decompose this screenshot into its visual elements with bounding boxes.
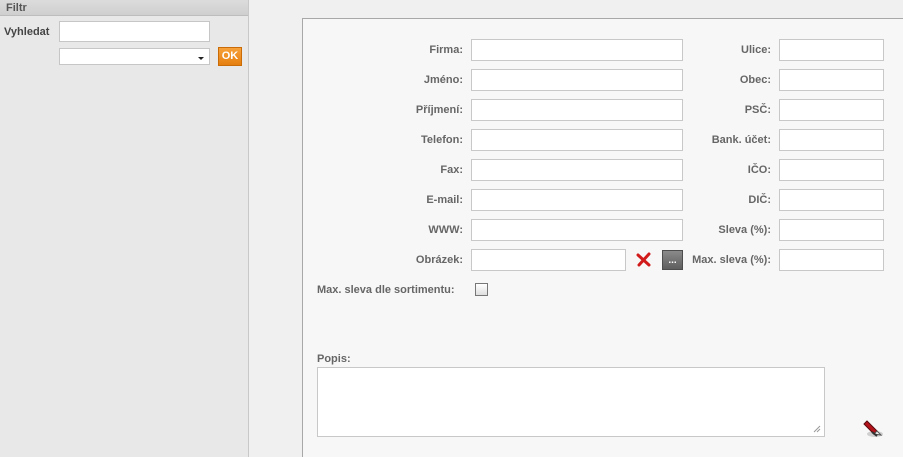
chevron-down-icon [198,57,204,60]
ico-input[interactable] [779,159,884,181]
browse-image-button[interactable]: ... [662,250,683,270]
ulice-input[interactable] [779,39,884,61]
dic-input[interactable] [779,189,884,211]
ok-button[interactable]: OK [218,47,242,66]
close-x-icon[interactable] [636,252,652,268]
label-ico: IČO: [747,164,771,176]
email-input[interactable] [471,189,683,211]
psc-input[interactable] [779,99,884,121]
www-input[interactable] [471,219,683,241]
label-sleva: Sleva (%): [718,224,771,236]
description-textarea[interactable] [317,367,825,437]
sleva-input[interactable] [779,219,884,241]
max-discount-checkbox[interactable] [475,283,488,296]
label-obrazek: Obrázek: [415,254,463,266]
label-dic: DIČ: [748,194,771,206]
telefon-input[interactable] [471,129,683,151]
label-www: WWW: [428,224,463,236]
prijmeni-input[interactable] [471,99,683,121]
firma-input[interactable] [471,39,683,61]
contact-form-panel: Firma: Jméno: Příjmení: Telefon: Fax: E-… [302,18,903,457]
label-ulice: Ulice: [741,44,771,56]
search-label: Vyhledat [4,26,50,38]
label-psc: PSČ: [744,104,771,116]
label-fax: Fax: [440,164,463,176]
label-bank-ucet: Bank. účet: [711,134,771,146]
obrazek-input[interactable] [471,249,626,271]
edit-pencil-icon[interactable] [863,417,885,439]
description-label: Popis: [317,353,351,365]
label-obec: Obec: [739,74,771,86]
label-email: E-mail: [426,194,463,206]
filter-select[interactable] [59,48,210,65]
filter-sidebar: Filtr Vyhledat OK [0,0,249,457]
bank-ucet-input[interactable] [779,129,884,151]
label-jmeno: Jméno: [423,74,463,86]
label-firma: Firma: [429,44,463,56]
label-telefon: Telefon: [421,134,463,146]
filter-header: Filtr [0,0,248,16]
label-max-sleva: Max. sleva (%): [692,254,771,266]
fax-input[interactable] [471,159,683,181]
obec-input[interactable] [779,69,884,91]
max-sleva-input[interactable] [779,249,884,271]
search-input[interactable] [59,21,210,42]
resize-handle-icon[interactable] [813,425,821,433]
label-prijmeni: Příjmení: [415,104,463,116]
jmeno-input[interactable] [471,69,683,91]
max-discount-checkbox-label: Max. sleva dle sortimentu: [317,284,455,296]
